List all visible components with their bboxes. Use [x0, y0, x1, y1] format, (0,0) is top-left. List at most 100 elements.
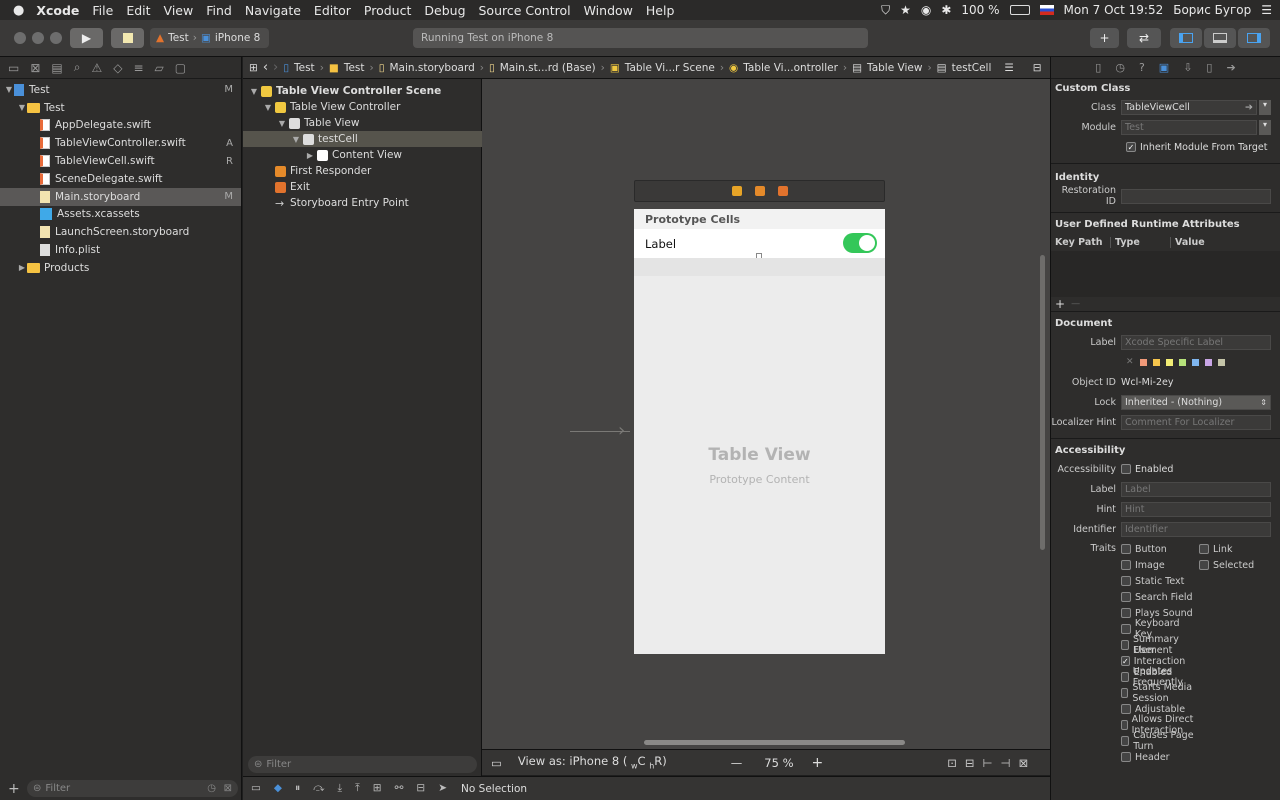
- toggle-navigator-button[interactable]: [1170, 28, 1202, 48]
- label-color-swatch[interactable]: [1191, 358, 1199, 366]
- location-icon[interactable]: ➤: [438, 782, 447, 795]
- app-menu[interactable]: Xcode: [36, 3, 79, 18]
- menu-debug[interactable]: Debug: [424, 3, 465, 18]
- trait-checkbox[interactable]: [1121, 640, 1129, 650]
- menu-file[interactable]: File: [92, 3, 113, 18]
- trait-checkbox[interactable]: [1121, 720, 1128, 730]
- label-color-swatch[interactable]: [1139, 358, 1147, 366]
- pause-icon[interactable]: ⏸: [295, 782, 300, 795]
- menu-navigate[interactable]: Navigate: [245, 3, 301, 18]
- history-inspector-icon[interactable]: ◷: [1115, 61, 1125, 74]
- module-dropdown-icon[interactable]: ▾: [1259, 119, 1271, 135]
- symbol-tab-icon[interactable]: ▤: [51, 61, 62, 75]
- find-tab-icon[interactable]: ⌕: [74, 60, 81, 75]
- code-review-button[interactable]: ⇄: [1127, 28, 1161, 48]
- crumb-cell[interactable]: testCell: [952, 62, 992, 74]
- split-editor-icon[interactable]: ⊟: [1033, 62, 1042, 74]
- related-items-icon[interactable]: ⊞: [249, 62, 258, 74]
- disclosure-closed-icon[interactable]: ▶: [305, 151, 315, 160]
- udra-table[interactable]: [1051, 251, 1280, 297]
- menu-editor[interactable]: Editor: [314, 3, 351, 18]
- zoom-window-button[interactable]: [50, 32, 62, 44]
- add-file-button[interactable]: +: [8, 781, 20, 797]
- trait-checkbox[interactable]: [1121, 704, 1131, 714]
- cell-label[interactable]: Label: [645, 237, 676, 251]
- outline-row[interactable]: ▼ Table View Controller: [243, 99, 482, 115]
- star-icon[interactable]: ★: [900, 3, 911, 17]
- clock[interactable]: Mon 7 Oct 19:52: [1064, 3, 1164, 17]
- close-window-button[interactable]: [14, 32, 26, 44]
- back-button[interactable]: ‹: [263, 60, 268, 75]
- udra-col-type[interactable]: Type: [1111, 236, 1171, 248]
- udra-remove-button[interactable]: —: [1071, 299, 1080, 309]
- help-inspector-icon[interactable]: ?: [1139, 61, 1145, 74]
- size-inspector-icon[interactable]: ▯: [1206, 61, 1212, 74]
- restoration-id-field[interactable]: [1121, 188, 1271, 204]
- menu-edit[interactable]: Edit: [126, 3, 150, 18]
- udra-col-keypath[interactable]: Key Path: [1051, 236, 1111, 248]
- outline-row[interactable]: First Responder: [243, 163, 482, 179]
- disclosure-open-icon[interactable]: ▼: [249, 87, 259, 96]
- table-view-scene[interactable]: Prototype Cells Label Table View Prototy…: [634, 209, 885, 654]
- trait-checkbox[interactable]: [1121, 592, 1131, 602]
- canvas-vertical-scrollbar[interactable]: [1040, 255, 1045, 550]
- menu-view[interactable]: View: [164, 3, 194, 18]
- menu-help[interactable]: Help: [646, 3, 675, 18]
- localizer-hint-field[interactable]: Comment For Localizer: [1121, 414, 1271, 430]
- acc-label-field[interactable]: Label: [1121, 481, 1271, 497]
- exit-icon[interactable]: [777, 186, 788, 196]
- test-cell[interactable]: Label: [634, 229, 885, 259]
- update-frames-icon[interactable]: ⊡: [947, 756, 957, 770]
- outline-row[interactable]: Exit: [243, 179, 482, 195]
- inherit-module-checkbox[interactable]: ✓: [1126, 142, 1136, 152]
- crumb-storyboard[interactable]: Main.storyboard: [389, 62, 474, 74]
- flag-icon[interactable]: [1039, 5, 1054, 15]
- outline-row[interactable]: → Storyboard Entry Point: [243, 195, 482, 211]
- shield-icon[interactable]: ⛉: [881, 3, 890, 18]
- trait-checkbox[interactable]: [1121, 608, 1131, 618]
- file-tree-row[interactable]: ▶ Products: [0, 259, 241, 277]
- file-tree-row[interactable]: Assets.xcassets: [0, 206, 241, 224]
- view-controller-icon[interactable]: [731, 186, 742, 196]
- label-color-swatch[interactable]: [1152, 358, 1160, 366]
- step-over-icon[interactable]: ⤼: [313, 782, 324, 795]
- acc-hint-field[interactable]: Hint: [1121, 501, 1271, 517]
- disclosure-open-icon[interactable]: ▼: [277, 119, 287, 128]
- bluetooth-icon[interactable]: ✱: [941, 3, 951, 17]
- zoom-level[interactable]: 75 %: [764, 756, 793, 770]
- class-field[interactable]: TableViewCell ➔: [1121, 99, 1257, 115]
- udra-add-button[interactable]: +: [1055, 297, 1065, 311]
- trait-checkbox[interactable]: [1121, 736, 1130, 746]
- zoom-in-button[interactable]: +: [812, 755, 824, 771]
- toggle-outline-icon[interactable]: ▭: [491, 756, 502, 770]
- notification-center-icon[interactable]: ☰: [1261, 3, 1272, 17]
- cell-switch[interactable]: [843, 233, 877, 253]
- editor-options-icon[interactable]: ☰: [1004, 62, 1013, 74]
- label-color-swatch[interactable]: [1178, 358, 1186, 366]
- outline-row[interactable]: ▶ Content View: [243, 147, 482, 163]
- file-tree-row[interactable]: LaunchScreen.storyboard: [0, 223, 241, 241]
- accessibility-enabled-checkbox[interactable]: [1121, 464, 1131, 474]
- crumb-folder[interactable]: Test: [344, 62, 365, 74]
- hide-debug-icon[interactable]: ▭: [251, 782, 261, 795]
- disclosure-open-icon[interactable]: ▼: [17, 103, 27, 112]
- identity-inspector-icon[interactable]: ▣: [1159, 61, 1169, 74]
- battery-percent[interactable]: 100 %: [961, 3, 999, 17]
- menu-product[interactable]: Product: [364, 3, 411, 18]
- trait-checkbox[interactable]: [1121, 544, 1131, 554]
- test-tab-icon[interactable]: ◇: [113, 61, 122, 75]
- disclosure-open-icon[interactable]: ▼: [263, 103, 273, 112]
- menu-find[interactable]: Find: [206, 3, 232, 18]
- file-tree-row[interactable]: Info.plist: [0, 241, 241, 259]
- breakpoints-toggle-icon[interactable]: ◆: [274, 782, 282, 795]
- file-tree-row[interactable]: TableViewCell.swift R: [0, 152, 241, 170]
- file-tree-row[interactable]: ▼ Test: [0, 99, 241, 117]
- no-color-icon[interactable]: ✕: [1126, 357, 1134, 367]
- eye-icon[interactable]: ◉: [921, 3, 931, 17]
- environment-overrides-icon[interactable]: ⊟: [416, 782, 425, 795]
- crumb-table-view[interactable]: Table View: [867, 62, 922, 74]
- folder-tab-icon[interactable]: ▭: [8, 61, 19, 75]
- minimize-window-button[interactable]: [32, 32, 44, 44]
- disclosure-open-icon[interactable]: ▼: [4, 85, 14, 94]
- crumb-project[interactable]: Test: [294, 62, 315, 74]
